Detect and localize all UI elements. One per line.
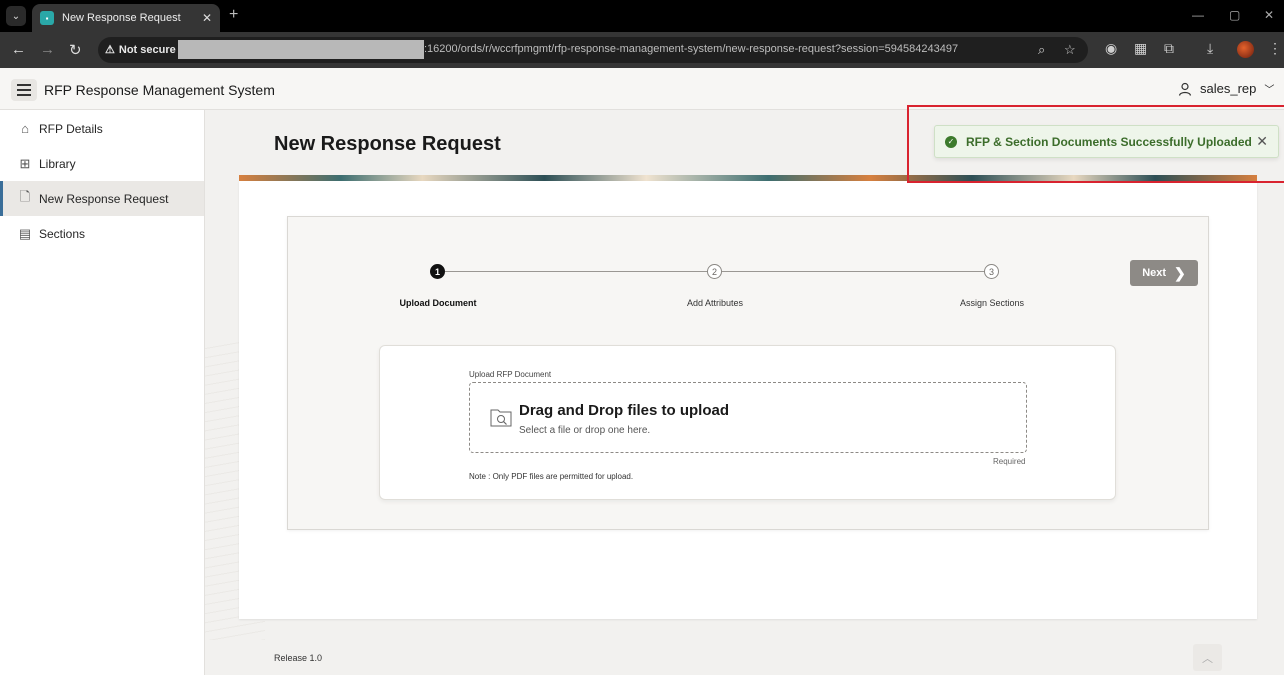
grid-icon: ▤: [18, 225, 32, 241]
tab-title: New Response Request: [62, 12, 181, 24]
wizard-step-1-marker: 1: [430, 264, 445, 279]
sidebar-item-label: RFP Details: [39, 121, 103, 136]
file-search-icon: [490, 409, 512, 427]
sidebar-item-label: New Response Request: [39, 191, 169, 206]
window-close-icon[interactable]: ✕: [1264, 8, 1274, 22]
dropzone-subtitle: Select a file or drop one here.: [519, 425, 651, 436]
username: sales_rep: [1200, 81, 1257, 96]
required-indicator: Required: [993, 457, 1026, 466]
dropzone-title: Drag and Drop files to upload: [519, 402, 730, 419]
chevron-right-icon: ❯: [1174, 264, 1186, 281]
toast-close-icon[interactable]: ✕: [1256, 133, 1268, 150]
wizard-step-3-marker: 3: [984, 264, 999, 279]
address-bar[interactable]: ⚠ Not secure :16200/ords/r/wccrfpmgmt/rf…: [98, 37, 1088, 63]
new-tab-icon[interactable]: +: [229, 6, 238, 24]
main-content: New Response Request 1 2 3 Upload Docume…: [205, 110, 1284, 675]
sidebar: ⌂ RFP Details ⊞ Library 🗋 New Response R…: [0, 110, 205, 675]
chevron-down-icon: ﹀: [1264, 85, 1275, 96]
file-dropzone[interactable]: Drag and Drop files to upload Select a f…: [469, 382, 1027, 453]
sidebar-item-new-response-request[interactable]: 🗋 New Response Request: [0, 181, 204, 216]
profile-avatar[interactable]: [1237, 41, 1254, 58]
upload-card: Upload RFP Document Drag and Drop files …: [379, 345, 1116, 500]
browser-tab-bar: ⌄ ▪ New Response Request ✕ + — ▢ ✕: [0, 0, 1284, 32]
next-button[interactable]: Next ❯: [1130, 260, 1198, 286]
security-indicator[interactable]: ⚠ Not secure: [105, 43, 176, 57]
user-icon: [1178, 82, 1192, 96]
download-icon[interactable]: ⤓: [1207, 40, 1213, 57]
browser-toolbar: ← → ↻ ⚠ Not secure :16200/ords/r/wccrfpm…: [0, 32, 1284, 68]
user-menu[interactable]: sales_rep ﹀: [1178, 81, 1274, 96]
sidebar-item-sections[interactable]: ▤ Sections: [0, 216, 204, 251]
sidebar-item-rfp-details[interactable]: ⌂ RFP Details: [0, 111, 204, 146]
page-title: New Response Request: [274, 133, 501, 155]
url-text: :16200/ords/r/wccrfpmgmt/rfp-response-ma…: [424, 43, 959, 55]
hamburger-menu-icon[interactable]: [11, 79, 37, 101]
upload-note: Note : Only PDF files are permitted for …: [469, 472, 634, 481]
bookmark-star-icon[interactable]: ☆: [1064, 42, 1076, 58]
success-toast: ✓ RFP & Section Documents Successfully U…: [934, 125, 1279, 158]
reload-icon[interactable]: ↻: [69, 41, 82, 59]
back-icon[interactable]: ←: [11, 41, 26, 58]
sidebar-item-label: Library: [39, 156, 76, 171]
app-header: RFP Response Management System sales_rep…: [0, 68, 1284, 110]
sidebar-item-label: Sections: [39, 226, 86, 241]
redacted-host: [178, 40, 424, 59]
progress-track: [445, 271, 714, 272]
upload-field-label: Upload RFP Document: [469, 370, 552, 379]
extension-qr-icon[interactable]: ▦: [1134, 40, 1147, 57]
minimize-icon[interactable]: —: [1192, 8, 1204, 22]
wizard-container: 1 2 3 Upload Document Add Attributes Ass…: [287, 216, 1209, 530]
app-title[interactable]: RFP Response Management System: [44, 82, 275, 98]
new-doc-icon: 🗋: [19, 188, 31, 204]
warning-icon: ⚠: [105, 44, 115, 56]
security-label: Not secure: [118, 43, 176, 56]
sidebar-item-library[interactable]: ⊞ Library: [0, 146, 204, 181]
tab-close-icon[interactable]: ✕: [202, 11, 212, 25]
scroll-to-top-button[interactable]: ︿: [1193, 644, 1222, 671]
forward-icon[interactable]: →: [40, 41, 55, 58]
toast-message: RFP & Section Documents Successfully Upl…: [966, 134, 1252, 149]
wizard-step-2-marker: 2: [707, 264, 722, 279]
wizard-step-3-label: Assign Sections: [959, 298, 1025, 308]
wizard-step-1-label: Upload Document: [399, 298, 477, 308]
release-label: Release 1.0: [274, 653, 323, 663]
wizard-step-2-label: Add Attributes: [686, 298, 744, 308]
wizard-region: 1 2 3 Upload Document Add Attributes Ass…: [239, 181, 1257, 619]
browser-tab[interactable]: ▪ New Response Request ✕: [32, 4, 220, 32]
maximize-icon[interactable]: ▢: [1229, 8, 1240, 22]
check-circle-icon: ✓: [945, 135, 957, 148]
table-icon: ⊞: [19, 155, 31, 171]
zoom-icon[interactable]: ⌕: [1038, 42, 1045, 58]
home-icon: ⌂: [21, 121, 29, 136]
extension-record-icon[interactable]: ◉: [1105, 40, 1117, 57]
tab-search-icon[interactable]: ⌄: [6, 6, 26, 26]
extensions-puzzle-icon[interactable]: ⧉: [1164, 40, 1174, 57]
app-favicon-icon: ▪: [40, 11, 54, 25]
next-button-label: Next: [1142, 267, 1167, 279]
browser-menu-icon[interactable]: ⋮: [1268, 40, 1282, 57]
progress-track: [722, 271, 990, 272]
